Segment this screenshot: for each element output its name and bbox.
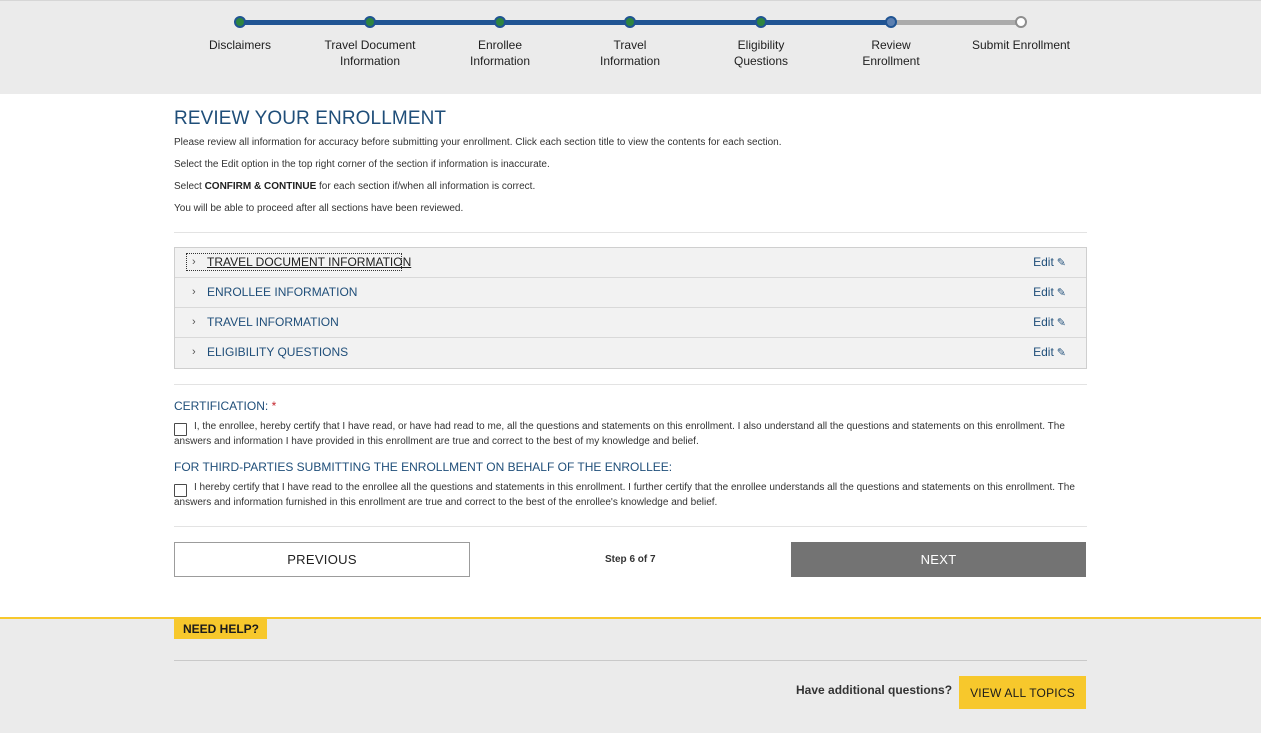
progress-header: Disclaimers Travel Document Information … [0,0,1261,94]
step-label-review: Review Enrollment [831,37,951,69]
section-title[interactable]: ENROLLEE INFORMATION [207,285,357,299]
intro-text-part: for each section if/when all information… [316,181,536,192]
required-marker: * [271,399,277,413]
edit-label: Edit [1033,345,1054,359]
pencil-icon: ✎ [1056,287,1066,299]
section-title[interactable]: ELIGIBILITY QUESTIONS [207,345,348,359]
next-button[interactable]: NEXT [791,542,1086,577]
progress-bar-complete [240,20,891,25]
chevron-right-icon: › [192,346,196,358]
intro-text: Select the Edit option in the top right … [174,159,550,170]
step-label-travel-document[interactable]: Travel Document Information [310,37,430,69]
third-party-text: I hereby certify that I have read to the… [174,482,1075,508]
intro-text: Select CONFIRM & CONTINUE for each secti… [174,181,535,192]
chevron-right-icon: › [192,286,196,298]
help-question-text: Have additional questions? [796,683,953,697]
step-label-text: Review Enrollment [862,38,920,68]
progress-bar-pending [891,20,1021,25]
divider [174,384,1087,385]
third-party-heading: FOR THIRD-PARTIES SUBMITTING THE ENROLLM… [174,460,673,474]
step-label-eligibility[interactable]: Eligibility Questions [701,37,821,69]
pencil-icon: ✎ [1056,257,1066,269]
edit-label: Edit [1033,315,1054,329]
step-label-text: Travel Document Information [324,38,416,68]
review-sections-accordion: › TRAVEL DOCUMENT INFORMATION Edit ✎ › EN… [174,247,1087,369]
step-counter: Step 6 of 7 [605,554,656,565]
step-label-submit: Submit Enrollment [961,37,1081,53]
intro-text: Please review all information for accura… [174,137,782,148]
certification-heading-text: CERTIFICATION: [174,399,269,413]
edit-label: Edit [1033,255,1054,269]
previous-button[interactable]: PREVIOUS [174,542,470,577]
step-label-disclaimers[interactable]: Disclaimers [180,37,300,53]
edit-link[interactable]: Edit ✎ [1033,285,1066,299]
chevron-right-icon: › [192,256,196,268]
section-enrollee[interactable]: › ENROLLEE INFORMATION Edit ✎ [175,278,1086,308]
intro-text-part: Select [174,181,205,192]
step-label-text: Eligibility Questions [733,38,789,68]
section-eligibility[interactable]: › ELIGIBILITY QUESTIONS Edit ✎ [175,338,1086,368]
step-label-text: Travel Information [599,38,661,68]
step-dot-eligibility [755,16,767,28]
step-dot-disclaimers [234,16,246,28]
divider [174,526,1087,527]
section-title[interactable]: TRAVEL INFORMATION [207,315,339,329]
step-label-text: Disclaimers [208,38,271,52]
step-dot-travel-document [364,16,376,28]
edit-label: Edit [1033,285,1054,299]
page-title: REVIEW YOUR ENROLLMENT [174,108,447,129]
divider [174,232,1087,233]
help-footer: NEED HELP? Have additional questions? VI… [0,617,1261,733]
certification-text: I, the enrollee, hereby certify that I h… [174,421,1065,447]
step-dot-enrollee [494,16,506,28]
step-label-travel[interactable]: Travel Information [570,37,690,69]
step-dot-submit [1015,16,1027,28]
edit-link[interactable]: Edit ✎ [1033,255,1066,269]
section-travel-document[interactable]: › TRAVEL DOCUMENT INFORMATION Edit ✎ [175,248,1086,278]
step-dot-travel [624,16,636,28]
step-label-enrollee[interactable]: Enrollee Information [440,37,560,69]
need-help-tag: NEED HELP? [174,619,268,639]
edit-link[interactable]: Edit ✎ [1033,345,1066,359]
intro-text: You will be able to proceed after all se… [174,203,464,214]
section-travel[interactable]: › TRAVEL INFORMATION Edit ✎ [175,308,1086,338]
chevron-right-icon: › [192,316,196,328]
step-label-text: Enrollee Information [469,38,531,68]
view-all-topics-button[interactable]: VIEW ALL TOPICS [959,676,1086,709]
intro-text-strong: CONFIRM & CONTINUE [204,181,317,192]
section-title[interactable]: TRAVEL DOCUMENT INFORMATION [207,255,411,269]
divider [174,660,1087,661]
step-label-text: Submit Enrollment [971,38,1071,52]
certification-heading: CERTIFICATION: * [174,399,276,413]
pencil-icon: ✎ [1056,347,1066,359]
pencil-icon: ✎ [1056,317,1066,329]
progress-tracker: Disclaimers Travel Document Information … [0,1,1261,95]
edit-link[interactable]: Edit ✎ [1033,315,1066,329]
step-dot-review [885,16,897,28]
